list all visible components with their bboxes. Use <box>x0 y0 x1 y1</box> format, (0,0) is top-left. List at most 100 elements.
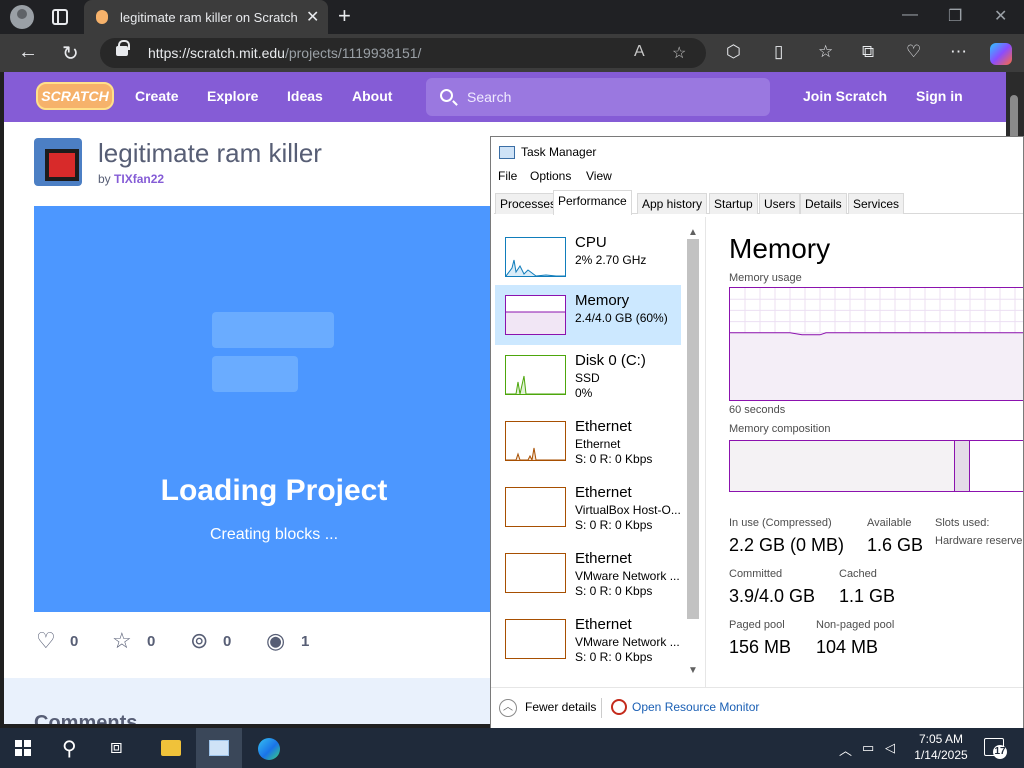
resource-ethernet[interactable]: Ethernet Ethernet S: 0 R: 0 Kbps <box>495 411 681 471</box>
close-window-icon[interactable]: ✕ <box>994 6 1007 26</box>
tab-performance[interactable]: Performance <box>553 190 632 215</box>
address-bar[interactable]: https://scratch.mit.edu/projects/1119938… <box>100 38 706 68</box>
task-manager-taskbar-button[interactable] <box>196 728 242 768</box>
composition-in-use <box>730 441 954 491</box>
nav-ideas[interactable]: Ideas <box>287 88 323 104</box>
split-screen-icon[interactable]: ▯ <box>774 42 783 62</box>
join-scratch-link[interactable]: Join Scratch <box>803 88 887 104</box>
restore-icon[interactable]: ❐ <box>948 6 962 26</box>
memory-usage-graph-svg <box>730 288 1023 400</box>
show-hidden-icons-icon[interactable]: ︿ <box>839 740 852 759</box>
tab-services[interactable]: Services <box>848 193 905 214</box>
hardware-reserved-label: Hardware reserve <box>935 535 1023 547</box>
memory-composition-bar[interactable] <box>729 440 1023 492</box>
menu-file[interactable]: File <box>498 169 517 183</box>
browser-tab-bar: legitimate ram killer on Scratch ✕ + — ❐… <box>0 0 1024 34</box>
cpu-mini-graph <box>505 237 566 277</box>
browser-essentials-icon[interactable]: ♡ <box>906 42 921 62</box>
favorite-star-icon[interactable]: ☆ <box>672 43 686 63</box>
tab-title: legitimate ram killer on Scratch <box>120 10 298 25</box>
remix-icon: ⊚ <box>190 628 209 653</box>
favorites-icon[interactable]: ☆ <box>818 42 833 62</box>
minimize-icon[interactable]: — <box>902 6 918 24</box>
ethernet-mini-graph <box>505 487 566 527</box>
author-link[interactable]: TIXfan22 <box>114 172 164 186</box>
menu-view[interactable]: View <box>586 169 612 183</box>
task-manager-footer: ︿ Fewer details Open Resource Monitor <box>491 687 1023 729</box>
clock[interactable]: 7:05 AM 1/14/2025 <box>906 731 976 763</box>
sign-in-link[interactable]: Sign in <box>916 88 963 104</box>
extensions-icon[interactable]: ⬡ <box>726 42 741 62</box>
start-button[interactable] <box>0 728 46 768</box>
resource-memory[interactable]: Memory 2.4/4.0 GB (60%) <box>495 285 681 345</box>
lock-icon[interactable] <box>116 40 130 56</box>
favorite-icon[interactable]: ☆ <box>112 628 132 654</box>
non-paged-pool-label: Non-paged pool <box>816 619 895 631</box>
nav-explore[interactable]: Explore <box>207 88 258 104</box>
collections-icon[interactable]: ⧉ <box>862 42 874 62</box>
task-view-button[interactable]: ⧈ <box>96 728 142 768</box>
love-icon[interactable]: ♡ <box>36 628 56 654</box>
copilot-icon[interactable] <box>990 43 1012 65</box>
edge-button[interactable] <box>246 728 292 768</box>
resource-detail: 2.4/4.0 GB (60%) <box>575 311 668 325</box>
more-icon[interactable]: ⋯ <box>950 42 967 62</box>
back-icon[interactable]: ← <box>18 41 38 64</box>
clock-date: 1/14/2025 <box>914 748 968 762</box>
file-explorer-button[interactable] <box>148 728 194 768</box>
read-aloud-icon[interactable]: A <box>634 43 645 61</box>
nav-create[interactable]: Create <box>135 88 179 104</box>
scratch-favicon-icon <box>96 10 108 24</box>
search-button[interactable]: ⚲ <box>48 728 94 768</box>
comments-heading: Comments <box>34 712 138 724</box>
memory-mini-graph <box>505 295 566 335</box>
menu-options[interactable]: Options <box>530 169 571 183</box>
resource-ethernet[interactable]: Ethernet VirtualBox Host-O... S: 0 R: 0 … <box>495 477 681 537</box>
browser-tab[interactable]: legitimate ram killer on Scratch ✕ <box>84 0 328 34</box>
tab-app-history[interactable]: App history <box>637 193 708 214</box>
search-input[interactable]: Search <box>426 78 770 116</box>
close-tab-icon[interactable]: ✕ <box>306 7 319 27</box>
tab-startup[interactable]: Startup <box>709 193 758 214</box>
composition-modified <box>954 441 970 491</box>
memory-heading: Memory <box>729 233 831 264</box>
pane-divider <box>705 217 706 687</box>
fewer-details-icon[interactable]: ︿ <box>499 699 517 717</box>
open-resource-monitor-link[interactable]: Open Resource Monitor <box>632 700 759 714</box>
network-icon[interactable]: ▭ <box>862 740 874 756</box>
resource-list-scroll-thumb[interactable] <box>687 239 699 619</box>
resource-name: Memory <box>575 292 630 309</box>
fewer-details-link[interactable]: Fewer details <box>525 700 596 714</box>
favorite-count: 0 <box>147 633 156 650</box>
url-text[interactable]: https://scratch.mit.edu/projects/1119938… <box>148 45 421 61</box>
tab-actions-icon[interactable] <box>52 9 68 25</box>
tab-users[interactable]: Users <box>759 193 801 214</box>
resource-ethernet[interactable]: Ethernet VMware Network ... S: 0 R: 0 Kb… <box>495 609 681 669</box>
resource-ethernet[interactable]: Ethernet VMware Network ... S: 0 R: 0 Kb… <box>495 543 681 603</box>
loading-block-icon <box>212 356 298 392</box>
windows-icon <box>15 740 31 756</box>
profile-icon[interactable] <box>10 5 34 29</box>
notification-icon[interactable]: 17 <box>984 738 1007 759</box>
scratch-logo[interactable]: SCRATCH <box>36 82 114 110</box>
scroll-down-icon[interactable]: ▼ <box>688 665 698 676</box>
resource-disk[interactable]: Disk 0 (C:) SSD 0% <box>495 345 681 405</box>
project-author-line: by TIXfan22 <box>98 172 165 186</box>
scroll-up-icon[interactable]: ▲ <box>688 227 698 238</box>
resource-list-scrollbar[interactable]: ▲ ▼ <box>685 227 701 677</box>
page-scrollbar-thumb[interactable] <box>1010 95 1018 140</box>
refresh-icon[interactable]: ↻ <box>62 41 79 66</box>
resource-detail: VMware Network ... <box>575 635 680 649</box>
available-value: 1.6 GB <box>867 535 924 555</box>
resource-cpu[interactable]: CPU 2% 2.70 GHz <box>495 227 681 287</box>
tab-processes[interactable]: Processes <box>495 193 562 214</box>
volume-muted-icon[interactable]: ◁ <box>885 740 895 756</box>
tab-details[interactable]: Details <box>800 193 847 214</box>
project-stage[interactable]: Loading Project Creating blocks ... <box>34 206 504 612</box>
memory-seconds-label: 60 seconds <box>729 404 786 416</box>
resource-name: Ethernet <box>575 550 632 567</box>
paged-pool-value: 156 MB <box>729 637 792 657</box>
in-use-label: In use (Compressed) <box>729 517 832 529</box>
new-tab-icon[interactable]: + <box>338 3 351 29</box>
nav-about[interactable]: About <box>352 88 392 104</box>
